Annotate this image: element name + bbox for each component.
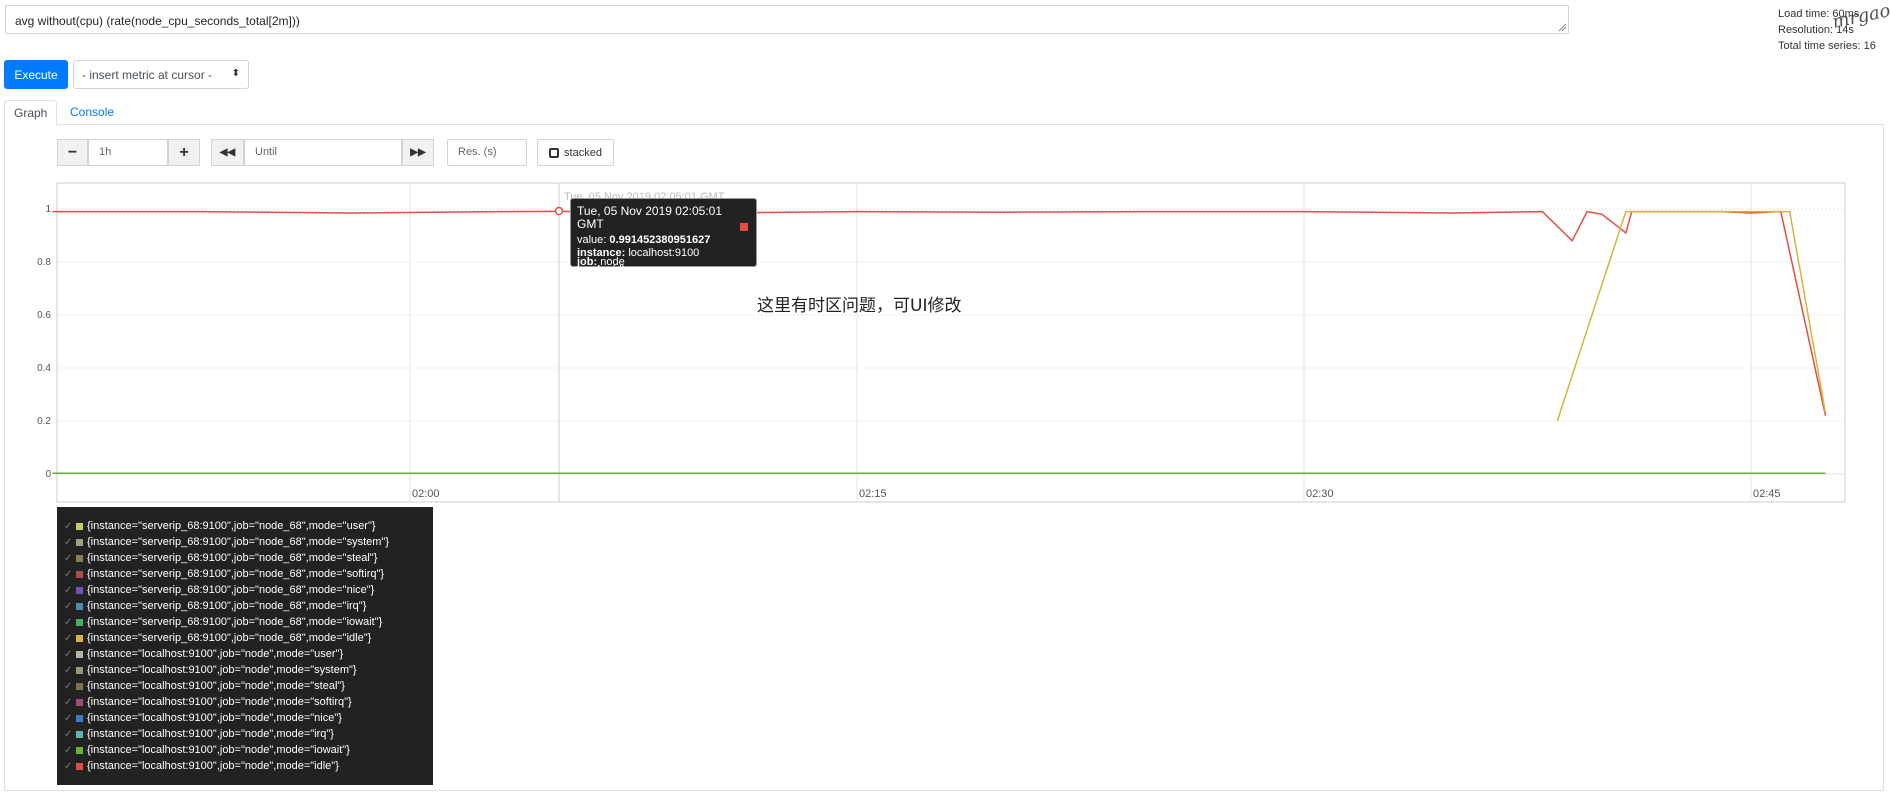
check-icon: ✓: [64, 728, 73, 740]
check-icon: ✓: [64, 552, 73, 564]
check-icon: ✓: [64, 520, 73, 532]
legend-item[interactable]: ✓ {instance="localhost:9100",job="node",m…: [64, 662, 426, 678]
check-icon: ✓: [64, 712, 73, 724]
legend-swatch: [76, 522, 83, 530]
legend-label: {instance="serverip_68:9100",job="node_6…: [87, 600, 367, 612]
tooltip-value-label: value:: [577, 234, 607, 246]
x-tick-label: 02:45: [1753, 488, 1781, 500]
legend-swatch: [76, 666, 83, 674]
tooltip-mode: idle: [613, 264, 631, 276]
legend-item[interactable]: ✓ {instance="localhost:9100",job="node",m…: [64, 678, 426, 694]
legend-item[interactable]: ✓ {instance="serverip_68:9100",job="node_…: [64, 630, 426, 646]
legend-swatch: [76, 698, 83, 706]
check-icon: ✓: [64, 680, 73, 692]
legend-swatch: [76, 602, 83, 610]
check-icon: ✓: [64, 632, 73, 644]
legend-item[interactable]: ✓ {instance="serverip_68:9100",job="node_…: [64, 566, 426, 582]
check-icon: ✓: [64, 696, 73, 708]
legend-label: {instance="serverip_68:9100",job="node_6…: [87, 632, 372, 644]
tooltip-title: Tue, 05 Nov 2019 02:05:01 GMT: [577, 204, 722, 231]
y-tick-label: 0: [45, 469, 51, 480]
check-icon: ✓: [64, 536, 73, 548]
legend-label: {instance="serverip_68:9100",job="node_6…: [87, 552, 378, 564]
legend-label: {instance="serverip_68:9100",job="node_6…: [87, 520, 376, 532]
hover-point: [554, 206, 564, 216]
legend-item[interactable]: ✓ {instance="serverip_68:9100",job="node_…: [64, 582, 426, 598]
legend-label: {instance="localhost:9100",job="node",mo…: [87, 728, 334, 740]
legend-item[interactable]: ✓ {instance="localhost:9100",job="node",m…: [64, 710, 426, 726]
check-icon: ✓: [64, 648, 73, 660]
x-tick-label: 02:30: [1306, 488, 1334, 500]
legend-swatch: [76, 554, 83, 562]
legend-item[interactable]: ✓ {instance="serverip_68:9100",job="node_…: [64, 518, 426, 534]
legend-item[interactable]: ✓ {instance="localhost:9100",job="node",m…: [64, 646, 426, 662]
tooltip-mode-label: mode:: [577, 264, 610, 276]
legend-label: {instance="localhost:9100",job="node",mo…: [87, 680, 345, 692]
legend-label: {instance="localhost:9100",job="node",mo…: [87, 712, 342, 724]
y-tick-label: 1: [45, 204, 51, 215]
legend-swatch: [76, 586, 83, 594]
check-icon: ✓: [64, 616, 73, 628]
legend-swatch: [76, 634, 83, 642]
legend-item[interactable]: ✓ {instance="serverip_68:9100",job="node_…: [64, 614, 426, 630]
legend-item[interactable]: ✓ {instance="serverip_68:9100",job="node_…: [64, 550, 426, 566]
legend-label: {instance="serverip_68:9100",job="node_6…: [87, 536, 389, 548]
check-icon: ✓: [64, 664, 73, 676]
legend-label: {instance="localhost:9100",job="node",mo…: [87, 648, 344, 660]
check-icon: ✓: [64, 760, 73, 772]
legend-label: {instance="localhost:9100",job="node",mo…: [87, 696, 352, 708]
legend-label: {instance="localhost:9100",job="node",mo…: [87, 744, 350, 756]
tooltip-value: 0.991452380951627: [609, 234, 711, 246]
legend-item[interactable]: ✓ {instance="localhost:9100",job="node",m…: [64, 742, 426, 758]
legend-item[interactable]: ✓ {instance="localhost:9100",job="node",m…: [64, 758, 426, 774]
check-icon: ✓: [64, 584, 73, 596]
tooltip-instance-row: instance: localhost:9100: [577, 247, 750, 259]
timezone-annotation: 这里有时区问题，可UI修改: [757, 296, 961, 316]
legend-swatch: [76, 746, 83, 754]
tooltip-value-row: value: 0.991452380951627: [577, 234, 750, 247]
legend-swatch: [76, 538, 83, 546]
legend-swatch: [76, 650, 83, 658]
x-tick-label: 02:15: [859, 488, 887, 500]
legend-swatch: [76, 618, 83, 626]
legend-item[interactable]: ✓ {instance="serverip_68:9100",job="node_…: [64, 534, 426, 550]
y-tick-label: 0.8: [37, 257, 51, 268]
check-icon: ✓: [64, 744, 73, 756]
legend-label: {instance="serverip_68:9100",job="node_6…: [87, 584, 375, 596]
tooltip-instance: localhost:9100: [628, 247, 700, 259]
legend-swatch: [76, 682, 83, 690]
legend-swatch: [76, 730, 83, 738]
y-tick-label: 0.4: [37, 363, 51, 374]
legend-label: {instance="serverip_68:9100",job="node_6…: [87, 568, 385, 580]
legend-item[interactable]: ✓ {instance="serverip_68:9100",job="node_…: [64, 598, 426, 614]
legend-label: {instance="serverip_68:9100",job="node_6…: [87, 616, 383, 628]
tooltip-swatch: [740, 223, 748, 231]
check-icon: ✓: [64, 600, 73, 612]
legend-swatch: [76, 714, 83, 722]
y-axis: 1 0.8 0.6 0.4 0.2 0: [37, 204, 51, 480]
y-tick-label: 0.2: [37, 416, 51, 427]
legend-swatch: [76, 762, 83, 770]
legend-swatch: [76, 570, 83, 578]
y-tick-label: 0.6: [37, 310, 51, 321]
legend-label: {instance="localhost:9100",job="node",mo…: [87, 760, 339, 772]
tooltip-mode-row: mode: idle: [577, 264, 750, 277]
legend-item[interactable]: ✓ {instance="localhost:9100",job="node",m…: [64, 694, 426, 710]
legend-label: {instance="localhost:9100",job="node",mo…: [87, 664, 357, 676]
hover-tooltip: Tue, 05 Nov 2019 02:05:01 GMT value: 0.9…: [570, 198, 757, 276]
series-legend: ✓ {instance="serverip_68:9100",job="node_…: [57, 507, 433, 785]
check-icon: ✓: [64, 568, 73, 580]
x-tick-label: 02:00: [412, 488, 440, 500]
legend-item[interactable]: ✓ {instance="localhost:9100",job="node",m…: [64, 726, 426, 742]
